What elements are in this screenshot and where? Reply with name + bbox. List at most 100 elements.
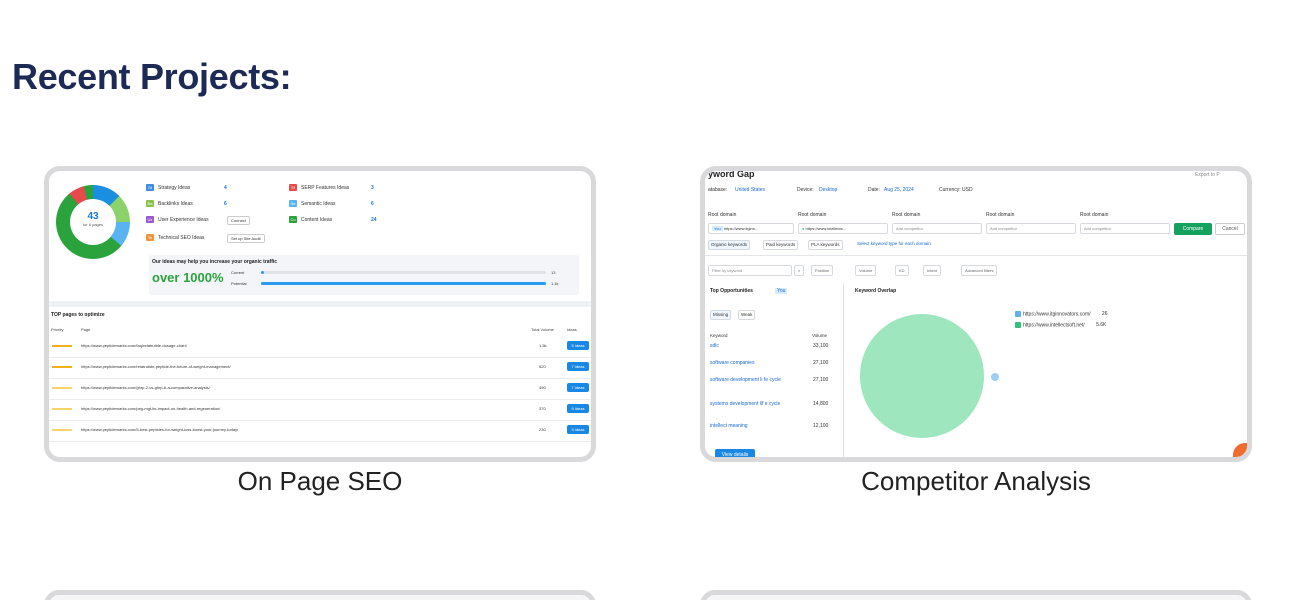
- competitor-input-4[interactable]: Add competitor: [986, 223, 1076, 234]
- project-card-3[interactable]: [44, 590, 596, 600]
- idea-semantic[interactable]: Se Semantic Ideas 6: [289, 200, 374, 208]
- page-url-link[interactable]: https://www.peptidemarks.com/peg-mgf-its…: [81, 406, 220, 411]
- bottom-button-edge[interactable]: [49, 457, 113, 462]
- legend-value: 26: [1101, 311, 1108, 318]
- root-domain-label-3[interactable]: Root domain: [892, 212, 920, 218]
- idea-strategy[interactable]: St Strategy Ideas 4: [146, 184, 227, 192]
- ideas-button[interactable]: 5 ideas: [567, 341, 589, 350]
- database-select[interactable]: United States: [735, 187, 765, 193]
- root-domain-label-5[interactable]: Root domain: [1080, 212, 1108, 218]
- keyword-volume: 12,100: [813, 423, 829, 429]
- tab-paid-keywords[interactable]: Paid keywords: [763, 240, 799, 250]
- col-priority: Priority: [51, 327, 64, 332]
- idea-serp-features[interactable]: Sf SERP Features Ideas 3: [289, 184, 374, 192]
- priority-indicator: [52, 387, 72, 389]
- donut-value: 43: [87, 211, 99, 222]
- current-value: 13: [551, 270, 556, 275]
- keyword-link[interactable]: intellect meaning: [710, 423, 782, 430]
- checkbox-icon[interactable]: [1015, 322, 1021, 328]
- ideas-button[interactable]: 7 ideas: [567, 362, 589, 371]
- domain-input-1[interactable]: You https://www.itginn...: [708, 223, 794, 234]
- idea-content[interactable]: Co Content Ideas 24: [289, 216, 377, 224]
- idea-count: 3: [371, 185, 374, 191]
- view-details-button[interactable]: View details: [715, 449, 755, 457]
- filter-intent[interactable]: Intent: [923, 265, 942, 276]
- chat-widget-icon[interactable]: [1233, 443, 1247, 457]
- cancel-button[interactable]: Cancel: [1215, 223, 1245, 235]
- tab-missing[interactable]: Missing: [710, 310, 732, 320]
- filter-advanced[interactable]: Advanced filters: [961, 265, 998, 276]
- idea-backlinks[interactable]: Ba Backlinks Ideas 6: [146, 200, 227, 208]
- currency-label: Currency: USD: [939, 187, 973, 193]
- root-domain-label-2[interactable]: Root domain: [798, 212, 826, 218]
- priority-indicator: [52, 408, 72, 410]
- date-select[interactable]: Aug 25, 2024: [884, 187, 914, 193]
- idea-count: 4: [224, 185, 227, 191]
- device-select[interactable]: Desktop: [819, 187, 837, 193]
- filter-position[interactable]: Position: [811, 265, 834, 276]
- keyword-link[interactable]: sdlc: [710, 343, 782, 350]
- keyword-link[interactable]: software development li fe cycle: [710, 377, 782, 384]
- potential-label: Potential: [231, 281, 247, 286]
- root-domain-label-1[interactable]: Root domain: [708, 212, 736, 218]
- total-volume: 370: [539, 406, 546, 411]
- search-icon[interactable]: ⌕: [794, 265, 805, 276]
- keyword-link[interactable]: systems development lif e cycle: [710, 401, 782, 408]
- compare-button[interactable]: Compare: [1174, 223, 1212, 235]
- page-url-link[interactable]: https://www.peptidemarks.com/5-best-pept…: [81, 427, 238, 432]
- idea-technical-seo[interactable]: Te Technical SEO Ideas: [146, 234, 204, 242]
- idea-label: Semantic Ideas: [301, 201, 336, 207]
- competitor-input-3[interactable]: Add competitor: [892, 223, 982, 234]
- ideas-button[interactable]: 9 ideas: [567, 404, 589, 413]
- page-url-link[interactable]: https://www.peptidemarks.com/retatrutide…: [81, 364, 231, 369]
- page-url-link[interactable]: https://www.peptidemarks.com/faq/retatru…: [81, 343, 187, 348]
- strategy-badge-icon: St: [146, 184, 154, 192]
- col-total-volume: Total Volume: [531, 327, 554, 332]
- tab-weak[interactable]: Weak: [738, 310, 756, 320]
- filter-volume[interactable]: Volume: [855, 265, 877, 276]
- caption-competitor-analysis: Competitor Analysis: [861, 466, 1091, 496]
- ux-badge-icon: Ux: [146, 216, 154, 224]
- potential-value: 1.1k: [551, 281, 559, 286]
- competitor-input-5[interactable]: Add competitor: [1080, 223, 1170, 234]
- tool-title: yword Gap: [708, 169, 755, 179]
- device-label: Device:: [797, 187, 814, 193]
- keyword-volume: 27,100: [813, 377, 829, 383]
- project-card-on-page-seo[interactable]: 43 for 6 pages St Strategy Ideas 4 Ba Back…: [44, 166, 596, 462]
- ideas-button[interactable]: 7 ideas: [567, 383, 589, 392]
- overlap-circle-itginnovators: [991, 373, 999, 381]
- ideas-donut-chart: 43 for 6 pages: [56, 185, 130, 259]
- keyword-link[interactable]: software companies: [710, 360, 782, 367]
- legend-item-2[interactable]: https://www.intellectsoft.net/ 5.6K: [1015, 322, 1106, 328]
- page-url-link[interactable]: https://www.peptidemarks.com/ghrp-2-vs-g…: [81, 385, 210, 390]
- current-bar-fill: [261, 271, 264, 274]
- idea-label: SERP Features Ideas: [301, 185, 350, 191]
- tab-organic-keywords[interactable]: Organic keywords: [708, 240, 751, 250]
- keyword-filter-input[interactable]: Filter by keyword: [708, 265, 792, 276]
- project-card-4[interactable]: [700, 590, 1252, 600]
- connect-button[interactable]: Connect: [227, 216, 250, 225]
- ideas-button[interactable]: 9 ideas: [567, 425, 589, 434]
- total-volume: 520: [539, 364, 546, 369]
- keyword-volume: 33,100: [813, 343, 829, 349]
- checkbox-icon[interactable]: [1015, 311, 1021, 317]
- caption-on-page-seo: On Page SEO: [237, 466, 403, 496]
- site-audit-button[interactable]: Set up Site Audit: [227, 234, 265, 243]
- current-label: Current: [231, 270, 245, 275]
- export-button[interactable]: Export to P: [1195, 172, 1220, 178]
- idea-label: User Experience Ideas: [158, 217, 209, 223]
- tab-pla-keywords[interactable]: PLA keywords: [808, 240, 843, 250]
- legend-item-1[interactable]: https://www.itginnovators.com/ 26: [1015, 311, 1107, 317]
- root-domain-label-4[interactable]: Root domain: [986, 212, 1014, 218]
- idea-user-experience[interactable]: Ux User Experience Ideas: [146, 216, 209, 224]
- domain-input-2[interactable]: ● https://www.intellects...: [798, 223, 888, 234]
- donut-center: 43 for 6 pages: [70, 199, 116, 245]
- keyword-volume: 14,800: [813, 401, 829, 407]
- filter-kd[interactable]: KD: [895, 265, 909, 276]
- total-volume: 230: [539, 427, 546, 432]
- table-row: https://www.peptidemarks.com/ghrp-2-vs-g…: [49, 379, 591, 400]
- keyword-type-hint-link[interactable]: Select keyword type for each domain: [857, 241, 931, 246]
- legend-value: 5.6K: [1096, 322, 1107, 329]
- project-card-competitor-analysis[interactable]: yword Gap Export to P atabase: United St…: [700, 166, 1252, 462]
- page: Recent Projects: 43 for 6 pages St Strate…: [0, 0, 1289, 600]
